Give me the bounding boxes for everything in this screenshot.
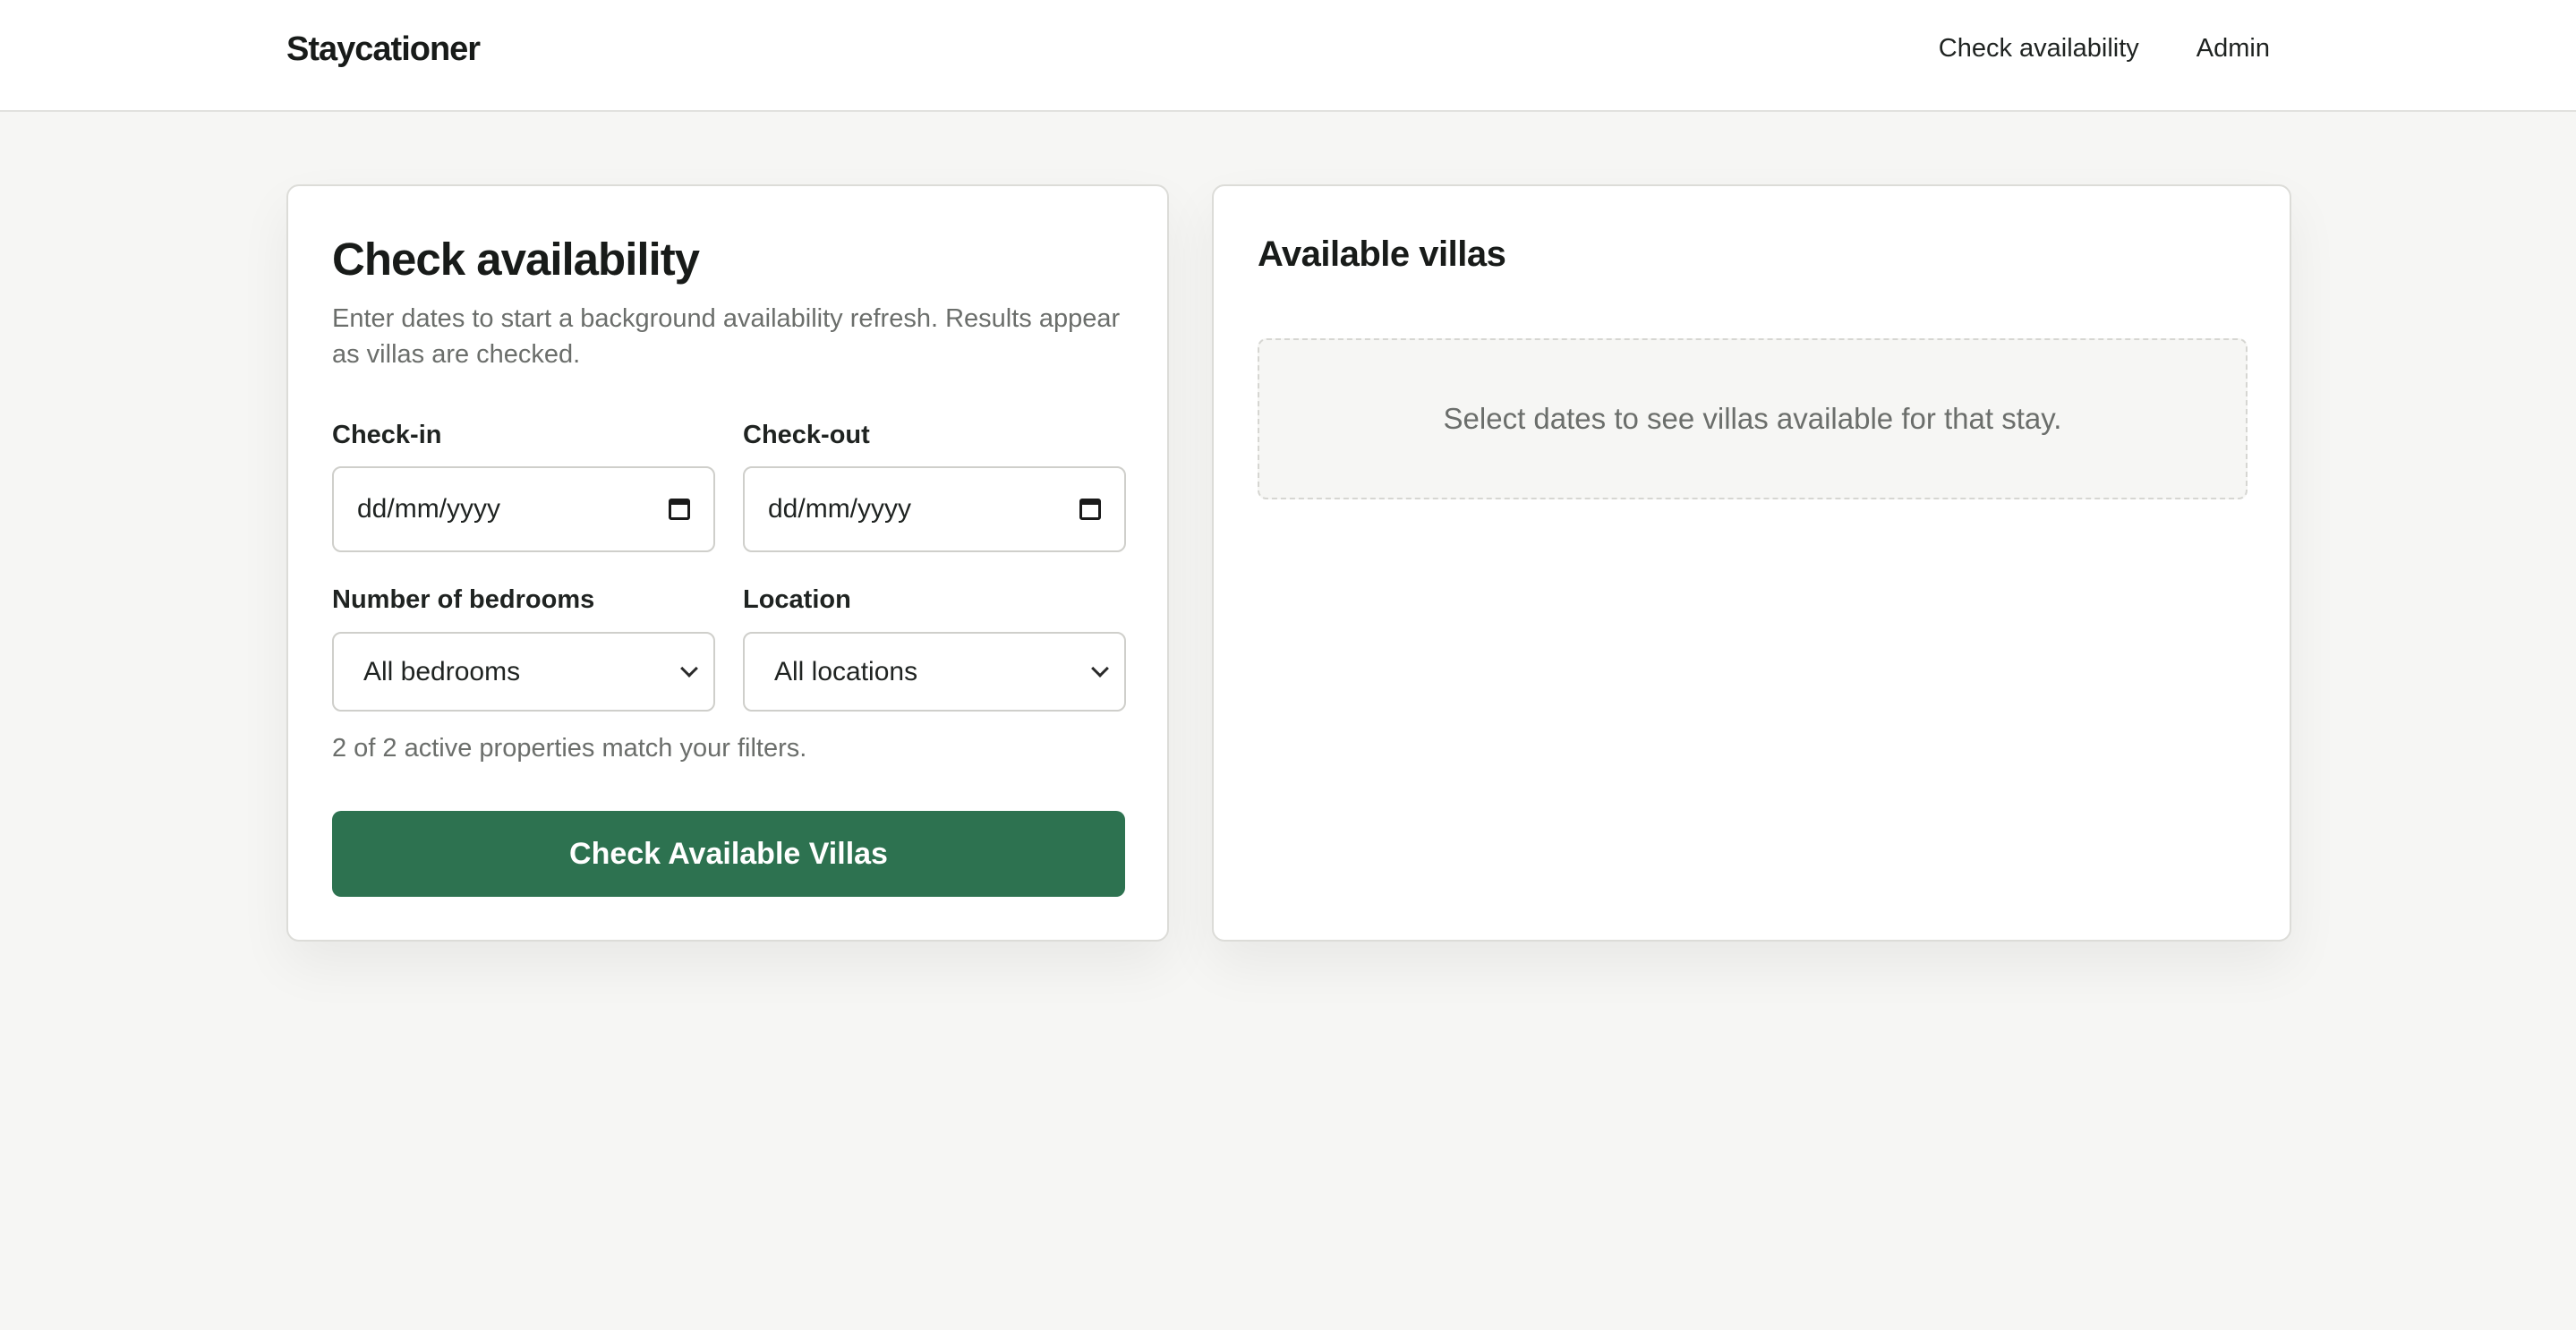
main-nav: Check availability Admin bbox=[1939, 34, 2270, 64]
location-select[interactable]: All locations bbox=[743, 632, 1126, 712]
checkout-label: Check-out bbox=[743, 421, 870, 449]
results-title: Available villas bbox=[1258, 234, 1506, 274]
empty-state-message: Select dates to see villas available for… bbox=[1258, 338, 2248, 499]
location-selected-value: All locations bbox=[774, 656, 918, 686]
filter-match-count: 2 of 2 active properties match your filt… bbox=[332, 734, 807, 763]
available-villas-card: Available villas Select dates to see vil… bbox=[1212, 184, 2291, 942]
nav-link-check-availability[interactable]: Check availability bbox=[1939, 34, 2139, 64]
checkin-label: Check-in bbox=[332, 421, 442, 449]
nav-link-admin[interactable]: Admin bbox=[2196, 34, 2270, 64]
location-label: Location bbox=[743, 585, 851, 614]
chevron-down-icon bbox=[1091, 659, 1109, 678]
form-description: Enter dates to start a background availa… bbox=[332, 304, 1121, 369]
brand-logo[interactable]: Staycationer bbox=[286, 30, 481, 69]
check-available-villas-button[interactable]: Check Available Villas bbox=[332, 811, 1125, 897]
bedrooms-label: Number of bedrooms bbox=[332, 585, 595, 614]
top-nav-bar: Staycationer Check availability Admin bbox=[0, 0, 2576, 112]
checkout-date-input[interactable]: dd/mm/yyyy bbox=[743, 466, 1126, 552]
bedrooms-selected-value: All bedrooms bbox=[363, 656, 521, 686]
calendar-icon[interactable] bbox=[669, 499, 690, 520]
bedrooms-select[interactable]: All bedrooms bbox=[332, 632, 715, 712]
chevron-down-icon bbox=[680, 659, 698, 678]
availability-form-card: Check availability Enter dates to start … bbox=[286, 184, 1169, 942]
checkin-date-input[interactable]: dd/mm/yyyy bbox=[332, 466, 715, 552]
form-title: Check availability bbox=[332, 234, 700, 285]
calendar-icon[interactable] bbox=[1079, 499, 1101, 520]
checkout-date-value: dd/mm/yyyy bbox=[768, 494, 912, 524]
checkin-date-value: dd/mm/yyyy bbox=[357, 494, 501, 524]
